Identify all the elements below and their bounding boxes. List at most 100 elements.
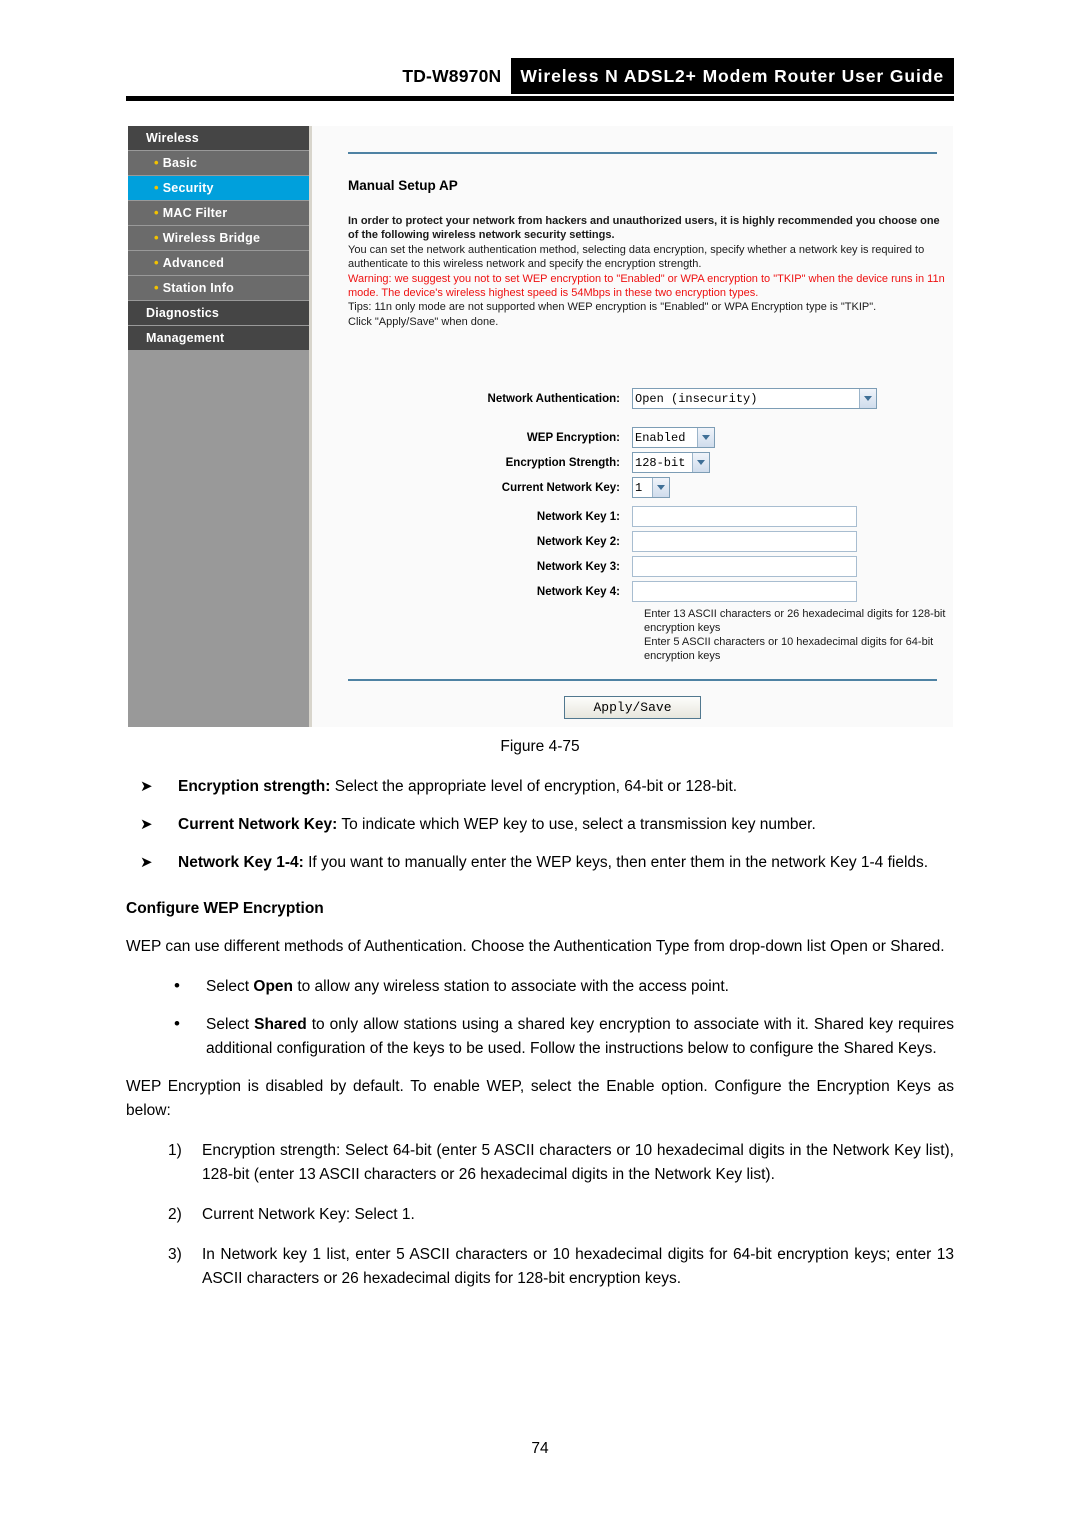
arrow-bullet-network-key-1-4: ➤ Network Key 1-4: If you want to manual…	[126, 851, 954, 875]
current-network-key-select[interactable]: 1	[632, 477, 670, 498]
intro-paragraph: WEP can use different methods of Authent…	[126, 938, 945, 956]
row-network-key-1: Network Key 1:	[312, 506, 953, 527]
bullet-icon: •	[154, 180, 159, 195]
wireless-security-form: Network Authentication: Open (insecurity…	[312, 388, 953, 663]
encryption-strength-label: Encryption Strength:	[505, 456, 620, 469]
network-key-4-label: Network Key 4:	[536, 585, 620, 598]
arrow-bullet-body: If you want to manually enter the WEP ke…	[303, 854, 929, 872]
wep-encryption-select[interactable]: Enabled	[632, 427, 715, 448]
bullet-icon: •	[154, 230, 159, 245]
network-authentication-select-wrap: Open (insecurity)	[632, 388, 877, 409]
arrow-bullet-current-network-key: ➤ Current Network Key: To indicate which…	[126, 813, 954, 837]
numbered-item-text: Encryption strength: Select 64-bit (ente…	[202, 1142, 954, 1184]
dot-bullet-icon: •	[174, 1014, 180, 1034]
numbered-item-marker: 3)	[168, 1246, 182, 1264]
sidebar-item-label: Wireless Bridge	[162, 231, 261, 245]
hint-line-4: encryption keys	[644, 650, 721, 662]
dot-bullet-post: to only allow stations using a shared ke…	[206, 1016, 954, 1058]
dot-bullet-open: • Select Open to allow any wireless stat…	[126, 975, 954, 999]
row-network-key-4: Network Key 4:	[312, 581, 953, 602]
bullet-icon: •	[154, 280, 159, 295]
current-network-key-select-wrap: 1	[632, 477, 670, 498]
arrow-bullet-body: To indicate which WEP key to use, select…	[337, 816, 816, 834]
dot-bullet-text: Select Open to allow any wireless statio…	[206, 975, 954, 999]
sidebar-item-wireless-bridge[interactable]: • Wireless Bridge	[128, 226, 309, 250]
sidebar-item-label: Security	[162, 181, 214, 195]
page-header: TD-W8970N Wireless N ADSL2+ Modem Router…	[126, 58, 954, 102]
numbered-item-2: 2) Current Network Key: Select 1.	[126, 1203, 954, 1227]
arrow-bullet-text: Encryption strength: Select the appropri…	[178, 775, 954, 799]
bottom-horizontal-rule	[348, 679, 937, 681]
numbered-item-text: Current Network Key: Select 1.	[202, 1206, 415, 1224]
network-key-hint: Enter 13 ASCII characters or 26 hexadeci…	[632, 607, 953, 663]
numbered-item-marker: 2)	[168, 1206, 182, 1224]
encryption-strength-select[interactable]: 128-bit	[632, 452, 710, 473]
sidebar-item-security[interactable]: • Security	[128, 176, 309, 200]
dot-bullet-text: Select Shared to only allow stations usi…	[206, 1013, 954, 1061]
panel-title: Manual Setup AP	[348, 178, 458, 193]
bullet-icon: •	[154, 205, 159, 220]
wep-encryption-select-wrap: Enabled	[632, 427, 715, 448]
document-body: Figure 4-75 ➤ Encryption strength: Selec…	[126, 735, 954, 1307]
network-key-4-input[interactable]	[632, 581, 857, 602]
current-network-key-label: Current Network Key:	[501, 481, 620, 494]
section-heading-configure-wep: Configure WEP Encryption	[126, 900, 324, 918]
hint-line-1: Enter 13 ASCII characters or 26 hexadeci…	[644, 608, 946, 620]
row-encryption-strength: Encryption Strength: 128-bit	[312, 452, 953, 473]
row-wep-encryption: WEP Encryption: Enabled	[312, 427, 953, 448]
network-key-2-input[interactable]	[632, 531, 857, 552]
description-bold-text: In order to protect your network from ha…	[348, 215, 940, 242]
row-network-key-2: Network Key 2:	[312, 531, 953, 552]
sidebar-item-station-info[interactable]: • Station Info	[128, 276, 309, 300]
sidebar-item-label: Management	[146, 331, 225, 345]
sidebar-item-label: Station Info	[162, 281, 234, 295]
row-network-authentication: Network Authentication: Open (insecurity…	[312, 388, 953, 409]
network-key-3-input[interactable]	[632, 556, 857, 577]
apply-save-button[interactable]: Apply/Save	[564, 696, 701, 719]
network-key-1-label: Network Key 1:	[536, 510, 620, 523]
numbered-item-marker: 1)	[168, 1142, 182, 1160]
hint-line-2: encryption keys	[644, 622, 721, 634]
header-model-name: TD-W8970N	[402, 65, 502, 86]
description-normal-text: You can set the network authentication m…	[348, 243, 925, 271]
row-current-network-key: Current Network Key: 1	[312, 477, 953, 498]
arrow-bullet-icon: ➤	[140, 816, 153, 834]
sidebar-item-advanced[interactable]: • Advanced	[128, 251, 309, 275]
sidebar-item-label: Advanced	[162, 256, 225, 270]
row-network-key-3: Network Key 3:	[312, 556, 953, 577]
arrow-bullet-icon: ➤	[140, 854, 153, 872]
arrow-bullet-icon: ➤	[140, 778, 153, 796]
description-click-text: Click "Apply/Save" when done.	[348, 315, 499, 328]
dot-bullet-shared: • Select Shared to only allow stations u…	[126, 1013, 954, 1061]
header-row: TD-W8970N Wireless N ADSL2+ Modem Router…	[126, 58, 954, 94]
sidebar-item-basic[interactable]: • Basic	[128, 151, 309, 175]
top-horizontal-rule	[348, 152, 937, 154]
dot-bullet-post: to allow any wireless station to associa…	[293, 978, 729, 996]
numbered-item-text: In Network key 1 list, enter 5 ASCII cha…	[202, 1246, 954, 1288]
arrow-bullet-encryption-strength: ➤ Encryption strength: Select the approp…	[126, 775, 954, 799]
sidebar-item-mac-filter[interactable]: • MAC Filter	[128, 201, 309, 225]
page-number: 74	[531, 1440, 549, 1457]
hint-line-3: Enter 5 ASCII characters or 10 hexadecim…	[644, 636, 934, 648]
network-authentication-label: Network Authentication:	[487, 392, 620, 405]
router-ui-screenshot: Wireless • Basic • Security • MAC Filter…	[128, 126, 953, 727]
encryption-strength-select-wrap: 128-bit	[632, 452, 710, 473]
bullet-icon: •	[154, 155, 159, 170]
sidebar-item-wireless[interactable]: Wireless	[128, 126, 309, 150]
arrow-bullet-text: Current Network Key: To indicate which W…	[178, 813, 954, 837]
sidebar-item-diagnostics[interactable]: Diagnostics	[128, 301, 309, 325]
description-tips-text: Tips: 11n only mode are not supported wh…	[348, 301, 877, 314]
router-content-panel: Manual Setup AP In order to protect your…	[312, 126, 953, 727]
wep-encryption-label: WEP Encryption:	[526, 431, 620, 444]
arrow-bullet-term: Network Key 1-4:	[178, 854, 304, 872]
sidebar-item-label: Wireless	[146, 131, 199, 145]
bullet-icon: •	[154, 255, 159, 270]
sidebar-item-label: Diagnostics	[146, 306, 220, 320]
dot-bullet-pre: Select	[206, 1016, 255, 1034]
arrow-bullet-term: Current Network Key:	[178, 816, 338, 834]
router-sidebar: Wireless • Basic • Security • MAC Filter…	[128, 126, 309, 727]
network-authentication-select[interactable]: Open (insecurity)	[632, 388, 877, 409]
network-key-1-input[interactable]	[632, 506, 857, 527]
dot-bullet-bold: Shared	[254, 1016, 307, 1034]
sidebar-item-management[interactable]: Management	[128, 326, 309, 350]
